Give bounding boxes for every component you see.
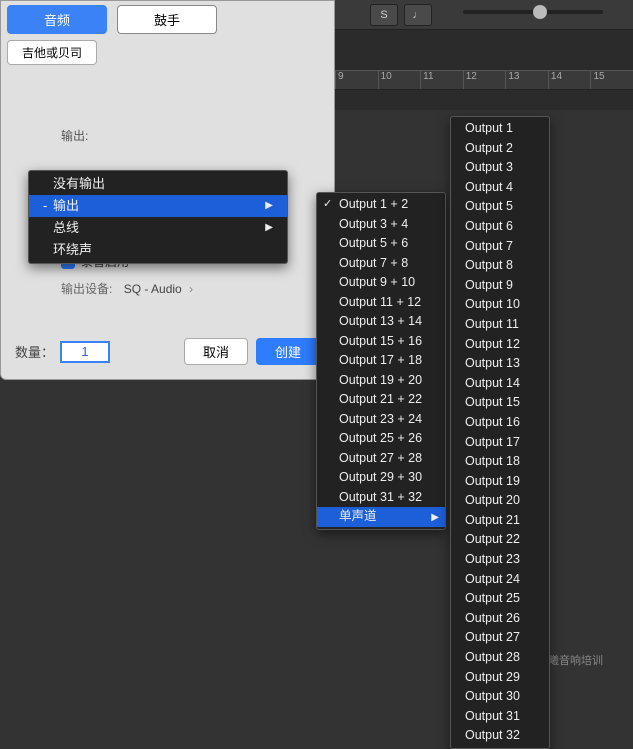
output-mono-item[interactable]: Output 8	[451, 256, 549, 276]
create-button[interactable]: 创建	[256, 338, 320, 365]
output-mono-item[interactable]: Output 10	[451, 295, 549, 315]
output-pair-item[interactable]: Output 17 + 18	[317, 351, 445, 371]
output-mono-submenu[interactable]: Output 1Output 2Output 3Output 4Output 5…	[450, 116, 550, 749]
ruler-mark: 14	[548, 71, 591, 89]
output-pair-item[interactable]: Output 29 + 30	[317, 468, 445, 488]
chevron-right-icon: ▶	[265, 197, 273, 215]
menu-surround[interactable]: 环绕声	[29, 239, 287, 261]
output-mono-item[interactable]: Output 20	[451, 491, 549, 511]
output-mono-item[interactable]: Output 32	[451, 726, 549, 746]
chevron-right-icon: ▶	[265, 219, 273, 237]
quantity-label: 数量：	[15, 342, 54, 361]
chevron-right-icon: ▶	[431, 509, 439, 527]
output-mono-item[interactable]: Output 12	[451, 335, 549, 355]
output-mono-item[interactable]: Output 30	[451, 687, 549, 707]
output-mono-item[interactable]: Output 15	[451, 393, 549, 413]
output-mono-item[interactable]: Output 27	[451, 628, 549, 648]
output-mono-item[interactable]: Output 25	[451, 589, 549, 609]
output-pair-item[interactable]: Output 5 + 6	[317, 234, 445, 254]
mono-submenu-item[interactable]: 单声道▶	[317, 507, 445, 527]
output-pair-item[interactable]: Output 3 + 4	[317, 215, 445, 235]
output-pair-item[interactable]: Output 27 + 28	[317, 449, 445, 469]
output-mono-item[interactable]: Output 23	[451, 550, 549, 570]
output-mono-item[interactable]: Output 4	[451, 178, 549, 198]
ruler-mark: 11	[420, 71, 463, 89]
ruler-mark: 10	[378, 71, 421, 89]
output-pair-item[interactable]: Output 21 + 22	[317, 390, 445, 410]
output-pair-item[interactable]: Output 19 + 20	[317, 371, 445, 391]
output-mono-item[interactable]: Output 28	[451, 648, 549, 668]
timeline-area: 9 10 11 12 13 14 15	[335, 30, 633, 110]
output-pair-item[interactable]: Output 15 + 16	[317, 332, 445, 352]
output-mono-item[interactable]: Output 9	[451, 276, 549, 296]
output-mono-item[interactable]: Output 16	[451, 413, 549, 433]
output-mono-item[interactable]: Output 6	[451, 217, 549, 237]
output-label: 输出:	[61, 127, 314, 144]
output-mono-item[interactable]: Output 19	[451, 472, 549, 492]
chevron-right-icon: ›	[189, 282, 193, 296]
output-mono-item[interactable]: Output 31	[451, 707, 549, 727]
output-mono-item[interactable]: Output 7	[451, 237, 549, 257]
menu-bus[interactable]: 总线▶	[29, 217, 287, 239]
ruler-mark: 13	[505, 71, 548, 89]
zoom-slider[interactable]	[463, 10, 603, 14]
output-mono-item[interactable]: Output 11	[451, 315, 549, 335]
output-mono-item[interactable]: Output 18	[451, 452, 549, 472]
output-mono-item[interactable]: Output 1	[451, 119, 549, 139]
output-mono-item[interactable]: Output 22	[451, 530, 549, 550]
metronome-button[interactable]: ♩	[404, 4, 432, 26]
output-pairs-submenu[interactable]: Output 1 + 2Output 3 + 4Output 5 + 6Outp…	[316, 192, 446, 530]
output-mono-item[interactable]: Output 26	[451, 609, 549, 629]
output-mono-item[interactable]: Output 21	[451, 511, 549, 531]
ruler-mark: 15	[590, 71, 633, 89]
output-pair-item[interactable]: Output 31 + 32	[317, 488, 445, 508]
output-pair-item[interactable]: Output 7 + 8	[317, 254, 445, 274]
output-mono-item[interactable]: Output 24	[451, 570, 549, 590]
output-mono-item[interactable]: Output 17	[451, 433, 549, 453]
output-pair-item[interactable]: Output 25 + 26	[317, 429, 445, 449]
output-mono-item[interactable]: Output 2	[451, 139, 549, 159]
output-mono-item[interactable]: Output 5	[451, 197, 549, 217]
output-mono-item[interactable]: Output 14	[451, 374, 549, 394]
menu-output[interactable]: -输出▶	[29, 195, 287, 217]
metronome-icon: ♩	[413, 9, 424, 21]
snap-button[interactable]: S	[370, 4, 398, 26]
output-pair-item[interactable]: Output 11 + 12	[317, 293, 445, 313]
tab-drummer[interactable]: 鼓手	[117, 5, 217, 34]
ruler-mark: 9	[335, 71, 378, 89]
output-pair-item[interactable]: Output 23 + 24	[317, 410, 445, 430]
output-device-label: 输出设备:	[61, 282, 112, 296]
output-device-value[interactable]: SQ - Audio	[124, 282, 182, 296]
output-pair-item[interactable]: Output 9 + 10	[317, 273, 445, 293]
zoom-thumb[interactable]	[533, 5, 547, 19]
output-mono-item[interactable]: Output 29	[451, 668, 549, 688]
tab-audio[interactable]: 音频	[7, 5, 107, 34]
menu-no-output[interactable]: 没有输出	[29, 173, 287, 195]
cancel-button[interactable]: 取消	[184, 338, 248, 365]
ruler-mark: 12	[463, 71, 506, 89]
bar-ruler[interactable]: 9 10 11 12 13 14 15	[335, 70, 633, 90]
output-pair-item[interactable]: Output 1 + 2	[317, 195, 445, 215]
output-menu[interactable]: 没有输出 -输出▶ 总线▶ 环绕声	[28, 170, 288, 264]
output-mono-item[interactable]: Output 13	[451, 354, 549, 374]
quantity-input[interactable]	[60, 341, 110, 363]
subtab-guitar-bass[interactable]: 吉他或贝司	[7, 40, 97, 65]
output-mono-item[interactable]: Output 3	[451, 158, 549, 178]
output-pair-item[interactable]: Output 13 + 14	[317, 312, 445, 332]
